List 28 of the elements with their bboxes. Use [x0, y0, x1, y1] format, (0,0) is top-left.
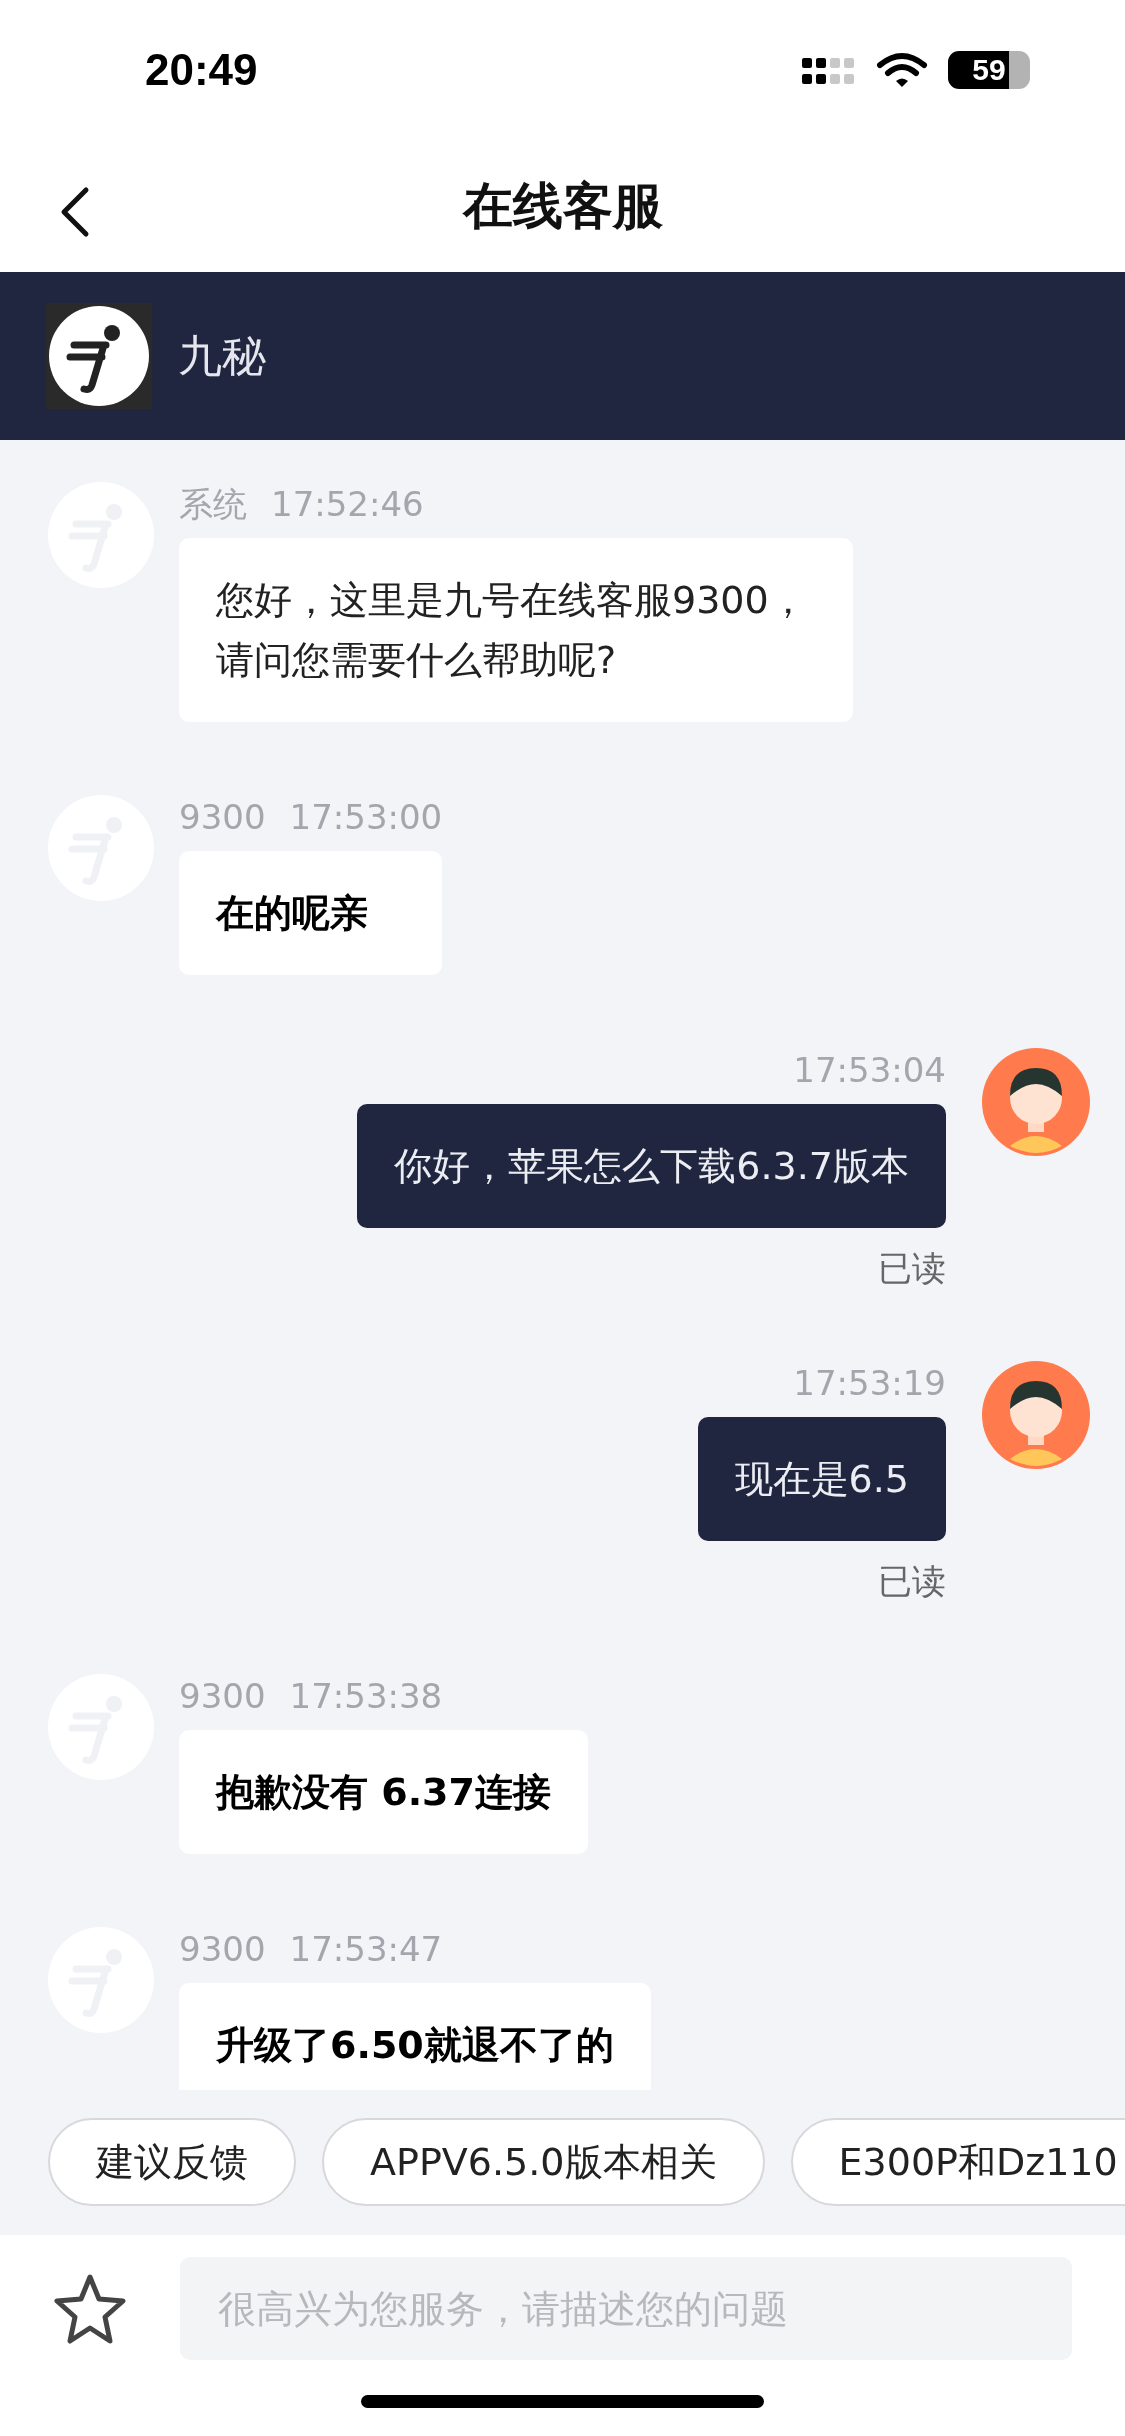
message-bubble: 你好，苹果怎么下载6.3.7版本 [357, 1104, 946, 1228]
quick-reply-chip[interactable]: E300P和Dz110 [790, 2118, 1125, 2206]
sender-name: 系统 [179, 483, 247, 526]
message-time: 17:53:47 [289, 1928, 443, 1971]
message-time: 17:53:04 [793, 1049, 946, 1092]
agent-name: 九秘 [178, 328, 266, 383]
page-title: 在线客服 [462, 175, 663, 237]
sender-name: 9300 [179, 796, 266, 839]
message-bubble: 抱歉没有 6.37连接 [179, 1730, 588, 1854]
message-time: 17:53:00 [289, 796, 443, 839]
message-bubble: 现在是6.5 [697, 1417, 946, 1541]
wifi-icon [876, 51, 928, 89]
sender-name: 9300 [179, 1675, 266, 1718]
message-time: 17:52:46 [271, 483, 424, 526]
read-receipt: 已读 [878, 1248, 946, 1288]
battery-icon: 59 [948, 51, 1030, 89]
star-icon[interactable] [52, 2271, 128, 2346]
status-time: 20:49 [145, 45, 258, 95]
message-bubble: 您好，这里是九号在线客服9300，请问您需要什么帮助呢? [179, 538, 853, 722]
message-time: 17:53:19 [793, 1362, 946, 1405]
read-receipt: 已读 [878, 1561, 946, 1601]
message-bubble: 升级了6.50就退不了的 [179, 1983, 651, 2090]
sender-name: 9300 [179, 1928, 266, 1971]
message-input[interactable]: 很高兴为您服务，请描述您的问题 [180, 2257, 1072, 2360]
message-time: 17:53:38 [289, 1675, 443, 1718]
quick-reply-chip[interactable]: APPV6.5.0版本相关 [322, 2118, 765, 2206]
quick-reply-chip[interactable]: 建议反馈 [48, 2118, 296, 2206]
message-bubble: 在的呢亲 [179, 851, 443, 975]
